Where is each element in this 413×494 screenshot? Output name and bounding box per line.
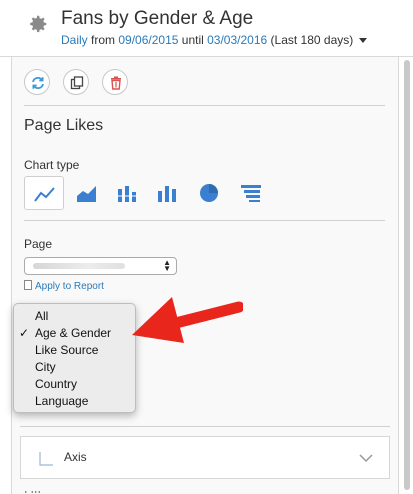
chevron-down-icon[interactable] — [359, 454, 373, 463]
area-chart-icon — [77, 186, 96, 202]
pie-chart-icon — [200, 184, 218, 202]
duplicate-button[interactable] — [63, 69, 89, 95]
apply-to-report-label: Apply to Report — [35, 281, 104, 292]
chart-type-pie[interactable] — [189, 176, 229, 210]
until-label: until — [181, 33, 204, 47]
dropdown-option-age-gender[interactable]: Age & Gender — [35, 326, 111, 340]
refresh-icon — [32, 77, 44, 89]
refresh-button[interactable] — [24, 69, 50, 95]
select-arrows-icon: ▲ ▼ — [163, 258, 171, 273]
chart-type-line[interactable] — [24, 176, 64, 210]
from-label: from — [91, 33, 116, 47]
chart-type-label: Chart type — [24, 158, 80, 172]
annotation-arrow — [132, 297, 243, 343]
widget-header: Fans by Gender & Age Daily from 09/06/20… — [0, 0, 413, 57]
page-label: Page — [24, 237, 53, 251]
axis-panel[interactable]: Axis — [20, 436, 390, 479]
checkmark-icon: ✓ — [19, 326, 30, 340]
dropdown-option-country[interactable]: Country — [35, 377, 77, 391]
end-date-link[interactable]: 03/03/2016 — [207, 33, 267, 47]
dropdown-option-all[interactable]: All — [35, 309, 48, 323]
dropdown-option-like-source[interactable]: Like Source — [35, 343, 98, 357]
delete-button[interactable] — [102, 69, 128, 95]
axis-label: Axis — [64, 450, 87, 464]
caret-down-icon[interactable] — [358, 38, 367, 44]
widget-title: Fans by Gender & Age — [61, 8, 254, 29]
horizontal-bar-icon — [241, 185, 261, 202]
chart-type-area[interactable] — [67, 176, 107, 210]
trash-icon — [111, 76, 121, 90]
next-section-row-clipped: ‧ ‧‧‧ — [24, 488, 42, 494]
stacked-bar-icon — [116, 186, 138, 202]
document-icon — [24, 280, 32, 290]
breakdown-dropdown-menu: All ✓ Age & Gender Like Source City Coun… — [13, 303, 136, 413]
line-chart-icon — [34, 187, 55, 202]
section-title: Page Likes — [24, 117, 104, 134]
date-range[interactable]: Daily from 09/06/2015 until 03/03/2016 (… — [61, 33, 367, 47]
page-select-value-redacted — [33, 263, 125, 269]
page-select[interactable]: ▲ ▼ — [24, 257, 177, 275]
axis-icon — [39, 452, 53, 466]
range-note: (Last 180 days) — [270, 33, 354, 47]
chart-type-bar[interactable] — [147, 176, 187, 210]
chart-type-horizontal-bar[interactable] — [231, 176, 271, 210]
dropdown-option-language[interactable]: Language — [35, 394, 88, 408]
period-link[interactable]: Daily — [61, 33, 88, 47]
scrollbar-thumb[interactable] — [404, 60, 410, 490]
divider — [20, 426, 390, 427]
bar-chart-icon — [158, 186, 176, 202]
dropdown-option-city[interactable]: City — [35, 360, 56, 374]
duplicate-icon — [70, 76, 84, 90]
chart-type-stacked-bar[interactable] — [107, 176, 147, 210]
apply-to-report-link[interactable]: Apply to Report — [24, 280, 104, 292]
start-date-link[interactable]: 09/06/2015 — [118, 33, 178, 47]
gear-icon[interactable] — [27, 13, 49, 35]
divider — [24, 220, 385, 221]
divider — [24, 105, 385, 106]
